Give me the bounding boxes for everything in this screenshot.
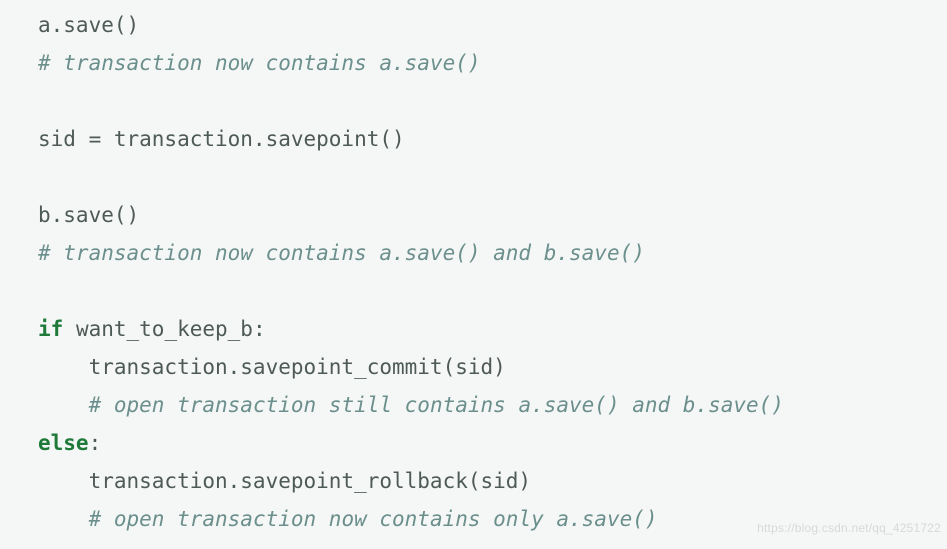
code-token: b.save() [38,203,139,227]
code-line: # open transaction still contains a.save… [38,393,784,417]
code-token: want_to_keep_b: [63,317,265,341]
code-token [38,393,89,417]
code-line: b.save() [38,203,139,227]
code-line: # transaction now contains a.save() and … [38,241,645,265]
watermark: https://blog.csdn.net/qq_4251722 [757,509,941,547]
code-block: a.save() # transaction now contains a.sa… [0,0,947,538]
code-token [38,507,89,531]
code-token: # transaction now contains a.save() and … [38,241,645,265]
code-line: a.save() [38,13,139,37]
code-line: if want_to_keep_b: [38,317,266,341]
code-line: sid = transaction.savepoint() [38,127,405,151]
code-line: else: [38,431,101,455]
code-token: transaction.savepoint_commit(sid) [38,355,506,379]
code-token: else [38,431,89,455]
code-token: a.save() [38,13,139,37]
code-token: # open transaction now contains only a.s… [89,507,658,531]
code-line: transaction.savepoint_rollback(sid) [38,469,531,493]
code-token: # open transaction still contains a.save… [89,393,784,417]
code-line: transaction.savepoint_commit(sid) [38,355,506,379]
code-token: transaction.savepoint_rollback(sid) [38,469,531,493]
code-token: sid = transaction.savepoint() [38,127,405,151]
code-token: # transaction now contains a.save() [38,51,481,75]
code-line: # open transaction now contains only a.s… [38,507,658,531]
code-token: if [38,317,63,341]
code-line: # transaction now contains a.save() [38,51,481,75]
code-token: : [89,431,102,455]
